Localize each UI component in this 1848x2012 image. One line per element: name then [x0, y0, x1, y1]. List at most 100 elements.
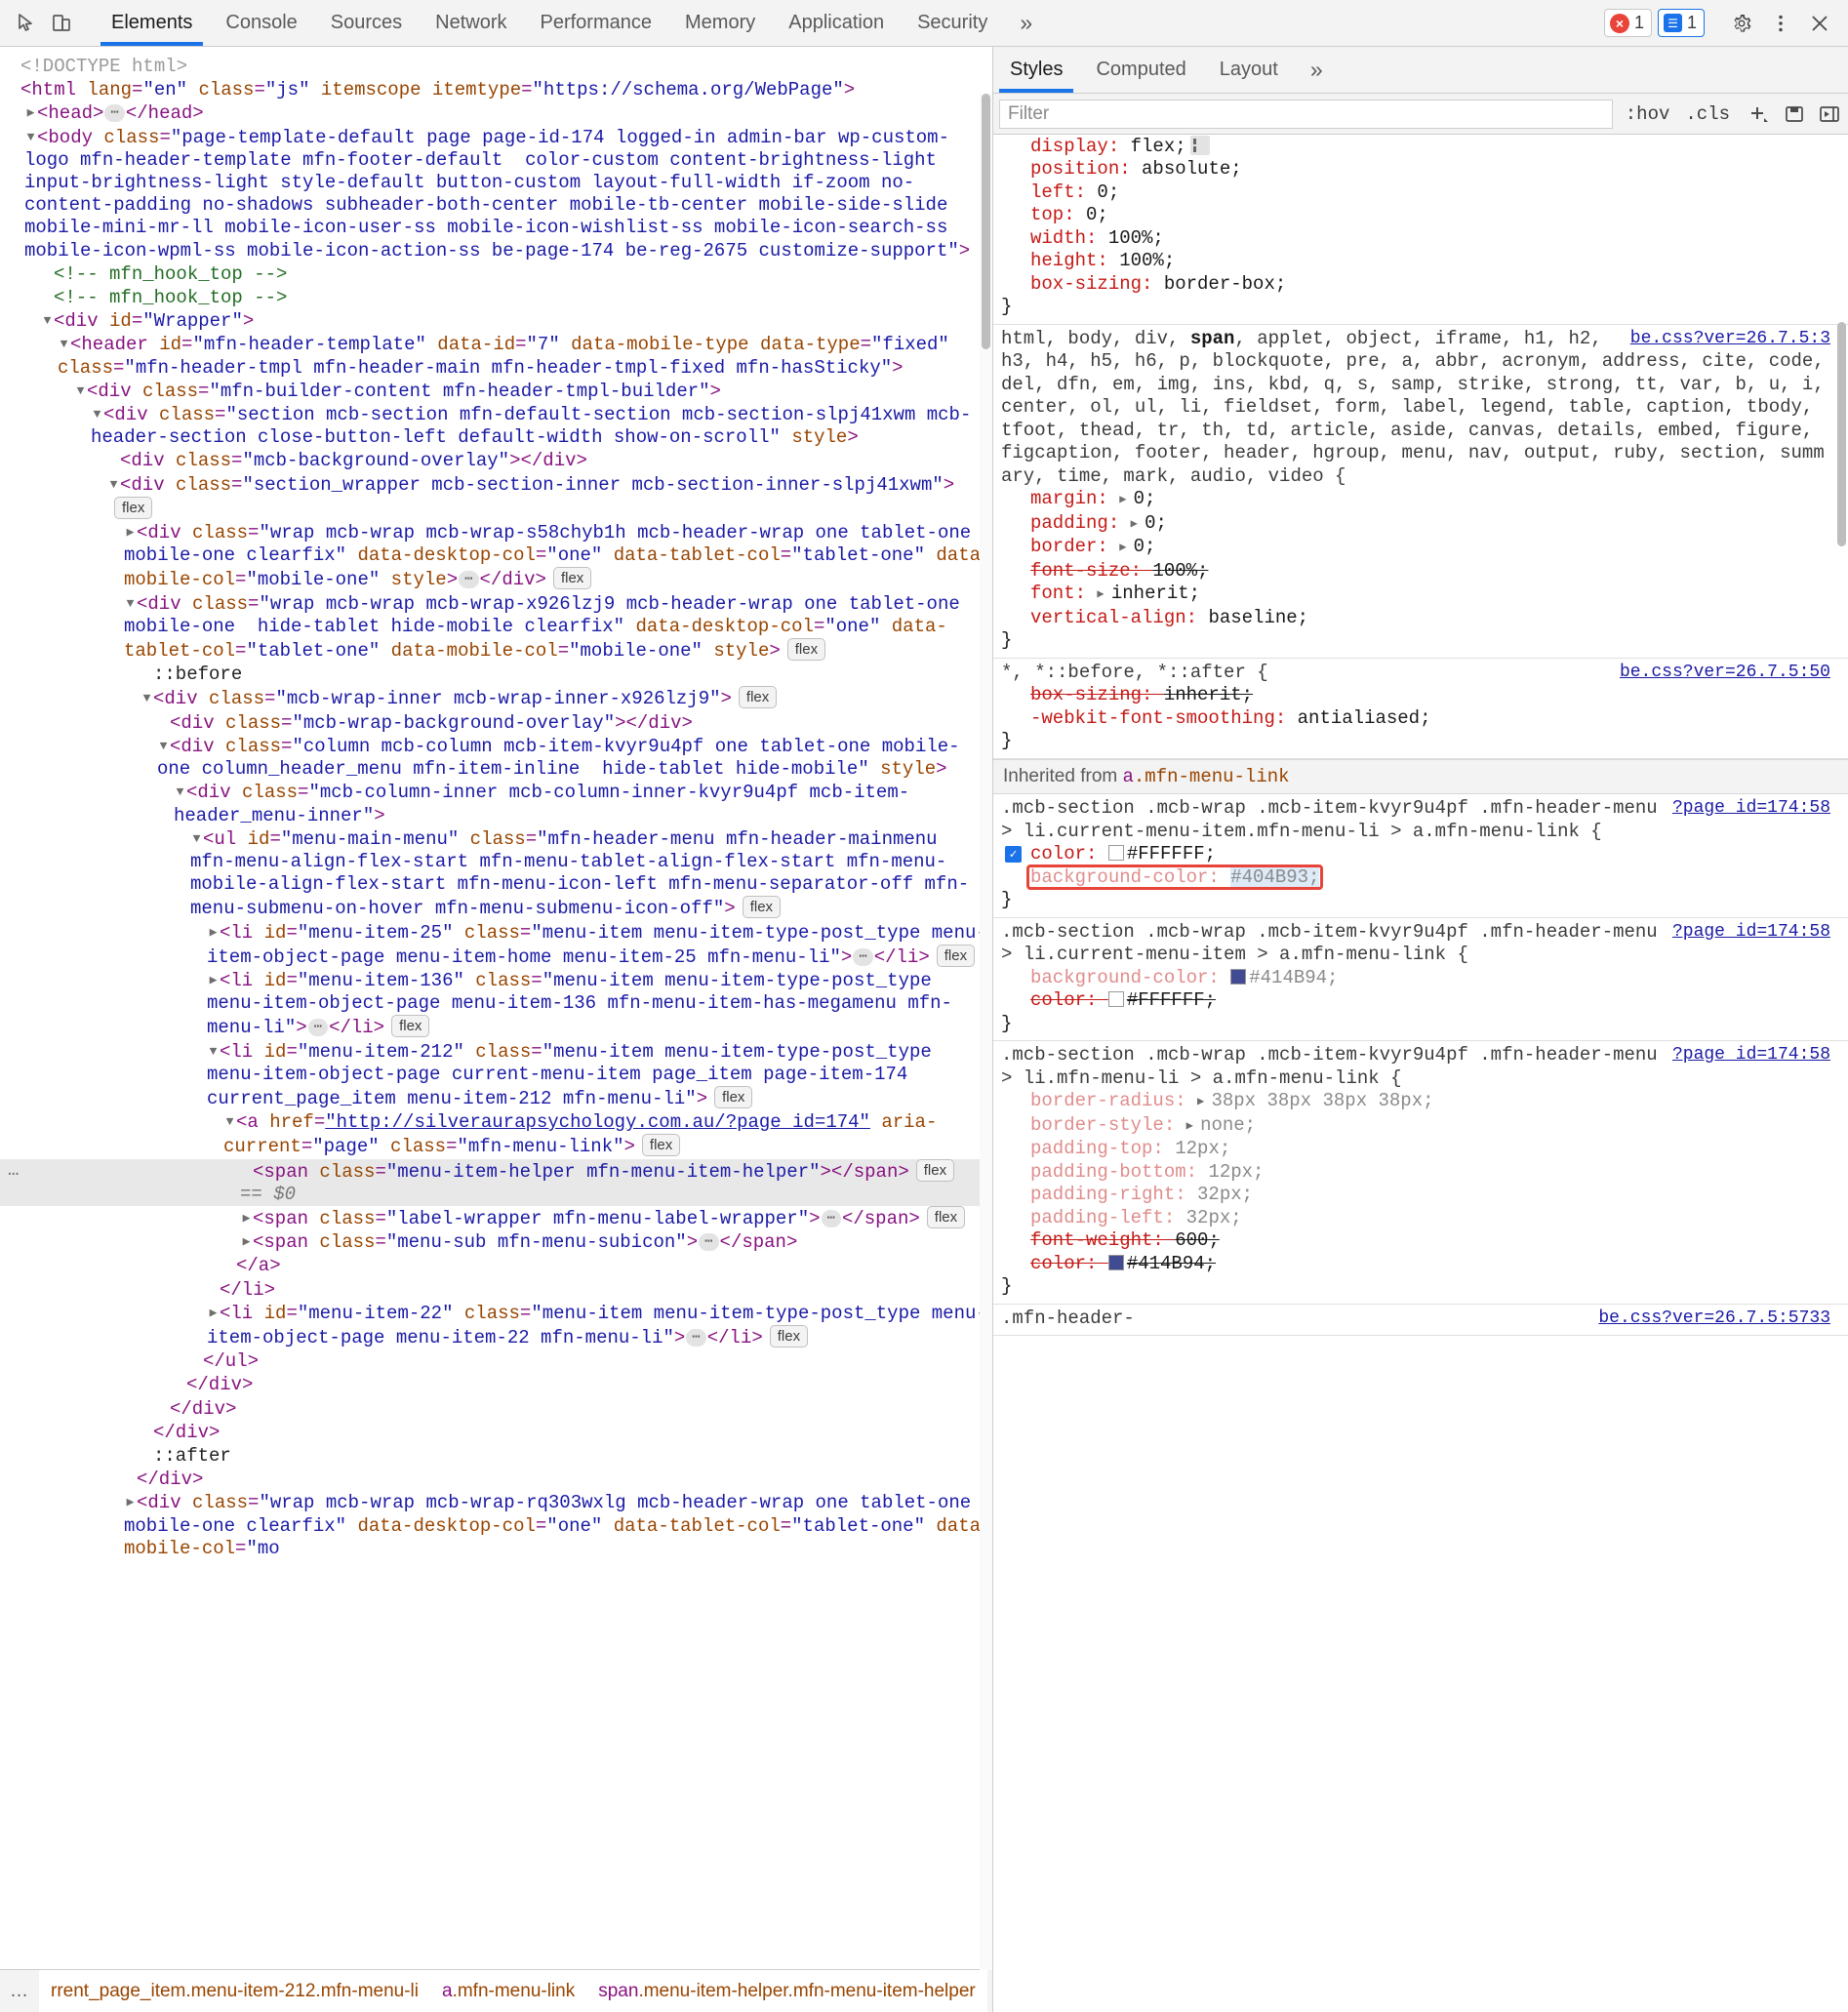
css-declaration[interactable]: color: #414B94; — [1001, 1253, 1840, 1276]
css-selector[interactable]: .mcb-section .mcb-wrap .mcb-item-kvyr9u4… — [1001, 1044, 1668, 1089]
flex-badge[interactable]: flex — [926, 1205, 966, 1228]
css-declaration[interactable]: box-sizing: inherit; — [1001, 684, 1840, 707]
css-property-value[interactable]: #414B94; — [1249, 967, 1338, 988]
expand-shorthand-icon[interactable]: ▶ — [1097, 583, 1110, 607]
chevron-right-icon[interactable]: ▶ — [207, 1302, 220, 1324]
dom-tree-scrollbar-thumb[interactable] — [982, 94, 990, 349]
dom-node[interactable]: ▶::before — [0, 663, 992, 686]
css-selector[interactable]: *, *::before, *::after { — [1001, 662, 1268, 683]
flex-badge[interactable]: flex — [641, 1134, 681, 1157]
css-selector[interactable]: .mfn-header- — [1001, 1308, 1135, 1329]
breadcrumb-item[interactable]: a .mfn-menu-link — [430, 1970, 587, 2012]
toggle-element-state-button[interactable]: :hov — [1623, 103, 1673, 125]
dom-node[interactable]: ▶</li> — [0, 1278, 992, 1302]
tab-console[interactable]: Console — [209, 0, 313, 46]
css-property-value[interactable]: #414B94; — [1127, 1253, 1216, 1274]
css-declaration[interactable]: padding-bottom: 12px; — [1001, 1161, 1840, 1185]
expand-ellipsis-badge[interactable]: ⋯ — [307, 1019, 329, 1037]
css-property-value[interactable]: inherit; — [1164, 684, 1253, 705]
chevron-down-icon[interactable]: ▼ — [157, 735, 170, 757]
css-declaration[interactable]: margin: ▶ 0; — [1001, 488, 1840, 512]
dom-node[interactable]: ▼ <div id="Wrapper"> — [0, 309, 992, 333]
dom-tree[interactable]: ▶<!DOCTYPE html>▶<html lang="en" class="… — [0, 47, 992, 1969]
css-property-value[interactable]: 32px; — [1197, 1184, 1253, 1205]
css-declaration[interactable]: -webkit-font-smoothing: antialiased; — [1001, 707, 1840, 731]
flex-badge[interactable]: flex — [714, 1085, 753, 1108]
css-declaration[interactable]: padding: ▶ 0; — [1001, 512, 1840, 537]
css-property-value[interactable]: 100%; — [1108, 227, 1164, 249]
css-property-name[interactable]: vertical-align: — [1030, 607, 1208, 628]
css-property-value[interactable]: 100%; — [1152, 560, 1208, 582]
more-vertical-icon[interactable] — [1764, 7, 1797, 40]
dom-node[interactable]: ▼ <header id="mfn-header-template" data-i… — [0, 333, 992, 379]
breadcrumb-item[interactable]: span .menu-item-helper.mfn-menu-item-help… — [586, 1970, 987, 2012]
chevron-down-icon[interactable]: ▼ — [207, 1040, 220, 1063]
message-count-badge[interactable]: ☰ 1 — [1657, 9, 1705, 37]
flex-badge[interactable]: flex — [391, 1015, 430, 1038]
css-property-name[interactable]: -webkit-font-smoothing: — [1030, 707, 1298, 729]
css-property-name[interactable]: color: — [1030, 989, 1108, 1011]
css-property-name[interactable]: font: — [1030, 583, 1097, 604]
css-property-name[interactable]: color: — [1030, 843, 1108, 865]
dom-node[interactable]: ▶<!-- mfn_hook_top --> — [0, 262, 992, 286]
css-property-name[interactable]: color: — [1030, 1253, 1108, 1274]
stylesheet-source-link[interactable]: ?page_id=174:58 — [1672, 921, 1830, 945]
css-declaration[interactable]: vertical-align: baseline; — [1001, 607, 1840, 630]
dom-node[interactable]: ▼ <ul id="menu-main-menu" class="mfn-head… — [0, 827, 992, 921]
dom-node[interactable]: ▶</div> — [0, 1397, 992, 1421]
stylesheet-source-link[interactable]: ?page_id=174:58 — [1672, 1044, 1830, 1067]
stylesheet-source-link[interactable]: be.css?ver=26.7.5:5733 — [1598, 1308, 1830, 1331]
css-property-name[interactable]: box-sizing: — [1030, 684, 1164, 705]
expand-shorthand-icon[interactable]: ▶ — [1119, 489, 1133, 512]
css-property-value[interactable]: 600; — [1175, 1229, 1220, 1251]
chevron-down-icon[interactable]: ▼ — [107, 473, 120, 496]
css-declaration[interactable]: background-color: #404B93; — [1001, 864, 1840, 890]
css-property-name[interactable]: position: — [1030, 158, 1142, 180]
css-property-value[interactable]: 0; — [1134, 536, 1156, 557]
css-property-name[interactable]: padding-top: — [1030, 1138, 1175, 1159]
css-declaration[interactable]: font-size: 100%; — [1001, 560, 1840, 583]
css-declaration[interactable]: display: flex; — [1001, 135, 1840, 159]
css-declaration[interactable]: border-radius: ▶ 38px 38px 38px 38px; — [1001, 1090, 1840, 1114]
css-property-value[interactable]: 0; — [1134, 488, 1156, 509]
css-property-value[interactable]: 100%; — [1119, 250, 1175, 271]
gear-icon[interactable] — [1725, 7, 1758, 40]
dom-node[interactable]: ▶::after — [0, 1444, 992, 1468]
expand-ellipsis-badge[interactable]: ⋯ — [853, 947, 873, 966]
chevron-down-icon[interactable]: ▼ — [41, 309, 54, 332]
css-property-name[interactable]: font-weight: — [1030, 1229, 1175, 1251]
css-property-value[interactable]: flex; — [1131, 136, 1186, 157]
flex-badge[interactable]: flex — [936, 944, 976, 967]
css-property-name[interactable]: padding-left: — [1030, 1207, 1186, 1228]
dom-node[interactable]: ▶ <span class="label-wrapper mfn-menu-lab… — [0, 1205, 992, 1230]
dom-node[interactable]: ▶ <span class="menu-sub mfn-menu-subicon"… — [0, 1230, 992, 1254]
css-selector[interactable]: .mcb-section .mcb-wrap .mcb-item-kvyr9u4… — [1001, 921, 1668, 966]
css-property-name[interactable]: width: — [1030, 227, 1108, 249]
chevron-down-icon[interactable]: ▼ — [223, 1110, 236, 1133]
css-property-name[interactable]: display: — [1030, 136, 1131, 157]
expand-ellipsis-badge[interactable]: ⋯ — [104, 104, 125, 123]
styles-rules-list[interactable]: #Wrapper {display: flex;position: absolu… — [993, 135, 1848, 2012]
css-property-value[interactable]: #404B93; — [1230, 865, 1320, 888]
css-property-value[interactable]: antialiased; — [1298, 707, 1431, 729]
declaration-checkbox[interactable]: ✓ — [1005, 846, 1022, 863]
stylesheet-source-link[interactable]: be.css?ver=26.7.5:50 — [1620, 662, 1830, 685]
styles-scrollbar[interactable] — [1835, 0, 1848, 2012]
chevron-right-icon[interactable]: ▶ — [240, 1207, 253, 1229]
chevron-down-icon[interactable]: ▼ — [24, 126, 37, 148]
breadcrumb-overflow-right[interactable]: … — [987, 1981, 992, 2002]
css-property-name[interactable]: top: — [1030, 204, 1086, 225]
tab-elements[interactable]: Elements — [95, 0, 209, 46]
dom-node[interactable]: ▶ <div class="wrap mcb-wrap mcb-wrap-s58c… — [0, 521, 992, 592]
toggle-class-button[interactable]: .cls — [1682, 103, 1733, 125]
dom-node[interactable]: ▼ <body class="page-template-default page… — [0, 126, 992, 262]
dom-node[interactable]: ▶<div class="mcb-background-overlay"></d… — [0, 449, 992, 472]
css-property-name[interactable]: padding-bottom: — [1030, 1161, 1208, 1183]
css-property-name[interactable]: font-size: — [1030, 560, 1152, 582]
css-property-value[interactable]: border-box; — [1164, 273, 1286, 295]
css-property-value[interactable]: 32px; — [1186, 1207, 1242, 1228]
expand-ellipsis-badge[interactable]: ⋯ — [699, 1233, 719, 1252]
dom-node[interactable]: ▶</a> — [0, 1254, 992, 1277]
css-property-name[interactable]: border-radius: — [1030, 1090, 1197, 1111]
color-swatch[interactable] — [1107, 845, 1124, 861]
